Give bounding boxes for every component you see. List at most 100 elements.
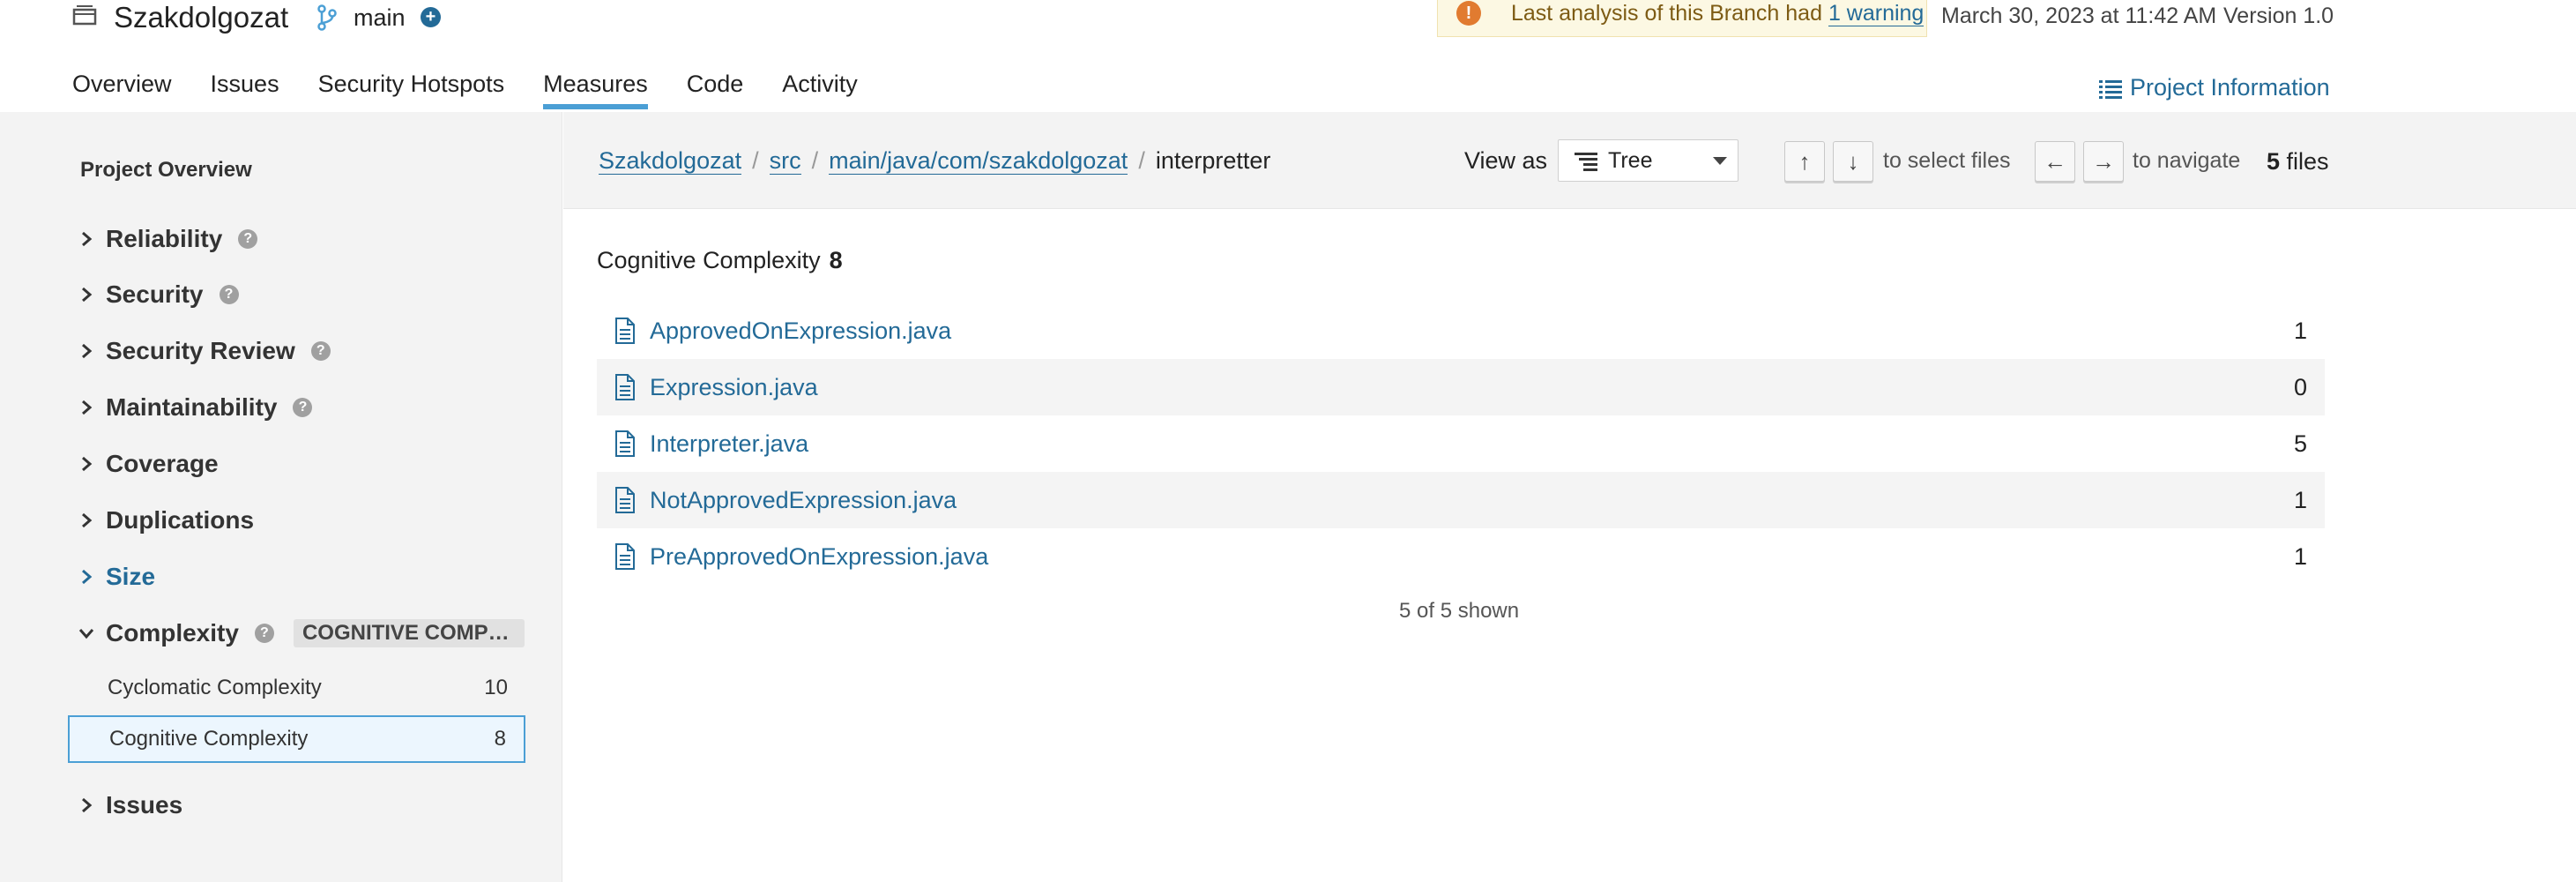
file-icon: [615, 430, 635, 457]
navigate-hint: to navigate: [2133, 148, 2241, 173]
measure-header: Cognitive Complexity 8: [597, 245, 843, 275]
file-name[interactable]: Expression.java: [650, 374, 818, 401]
right-key-icon: →: [2083, 141, 2124, 182]
warning-icon: !: [1456, 1, 1481, 26]
warning-link[interactable]: 1 warning: [1828, 1, 1925, 26]
file-measure-value: 1: [2293, 542, 2307, 570]
chevron-right-icon: [82, 797, 93, 813]
chevron-right-icon: [82, 456, 93, 472]
chevron-down-icon: [78, 629, 94, 639]
tab-measures[interactable]: Measures: [543, 69, 648, 109]
breadcrumb-project[interactable]: Szakdolgozat: [599, 147, 742, 175]
tab-overview[interactable]: Overview: [72, 69, 172, 109]
chevron-right-icon: [82, 343, 93, 359]
domain-security-review[interactable]: Security Review ?: [78, 333, 331, 369]
files-count-number: 5: [2267, 148, 2281, 175]
domain-coverage[interactable]: Coverage: [78, 446, 219, 482]
file-name[interactable]: NotApprovedExpression.java: [650, 487, 957, 514]
file-measure-value: 0: [2293, 373, 2307, 400]
domain-maintainability[interactable]: Maintainability ?: [78, 390, 313, 425]
domain-label: Issues: [106, 791, 183, 818]
analysis-date: March 30, 2023 at 11:42 AM: [1941, 4, 2217, 28]
branch-icon: [317, 4, 337, 31]
metric-cognitive-complexity[interactable]: Cognitive Complexity 8: [68, 715, 525, 763]
view-as-value: Tree: [1608, 148, 1653, 173]
metric-value: 8: [494, 727, 506, 751]
measures-sidebar: Project Overview Reliability ? Security …: [0, 112, 562, 882]
domain-size[interactable]: Size: [78, 559, 155, 594]
file-icon: [615, 543, 635, 570]
warning-text: Last analysis of this Branch had 1 warni…: [1511, 0, 1925, 26]
help-icon[interactable]: ?: [293, 398, 313, 417]
view-as-label: View as: [1464, 147, 1548, 174]
files-count: 5 files: [2267, 146, 2329, 176]
breadcrumb-separator: /: [811, 147, 819, 174]
version-label: Version 1.0: [2223, 4, 2334, 28]
domain-duplications[interactable]: Duplications: [78, 503, 254, 538]
metric-cyclomatic-complexity[interactable]: Cyclomatic Complexity 10: [68, 664, 525, 712]
help-icon[interactable]: ?: [254, 624, 274, 643]
project-name[interactable]: Szakdolgozat: [114, 0, 288, 35]
breadcrumb-separator: /: [752, 147, 759, 174]
tab-security-hotspots[interactable]: Security Hotspots: [318, 69, 505, 109]
breadcrumb-package[interactable]: main/java/com/szakdolgozat: [829, 147, 1128, 175]
domain-label: Security Review: [106, 337, 295, 364]
down-key-icon: ↓: [1833, 141, 1873, 182]
measure-title: Cognitive Complexity: [597, 247, 821, 273]
branch-name[interactable]: main: [354, 2, 406, 34]
file-row[interactable]: Interpreter.java 5: [597, 415, 2325, 472]
file-name[interactable]: ApprovedOnExpression.java: [650, 318, 951, 345]
add-branch-icon[interactable]: +: [421, 7, 441, 27]
domain-label: Duplications: [106, 506, 255, 534]
warning-prefix: Last analysis of this Branch had: [1511, 1, 1828, 26]
tab-issues[interactable]: Issues: [211, 69, 279, 109]
project-information-link[interactable]: Project Information: [2098, 72, 2330, 102]
help-icon[interactable]: ?: [238, 229, 258, 249]
file-row[interactable]: NotApprovedExpression.java 1: [597, 472, 2325, 528]
help-icon[interactable]: ?: [219, 285, 239, 304]
file-icon: [615, 318, 635, 344]
file-row[interactable]: PreApprovedOnExpression.java 1: [597, 528, 2325, 585]
metric-value: 10: [484, 676, 508, 699]
domain-label: Security: [106, 280, 204, 308]
file-name[interactable]: PreApprovedOnExpression.java: [650, 543, 988, 571]
metric-label: Cognitive Complexity: [109, 727, 309, 751]
domain-issues[interactable]: Issues: [78, 788, 182, 823]
tab-code[interactable]: Code: [687, 69, 744, 109]
selected-metric-badge: COGNITIVE COMPLEXITY: [293, 619, 525, 647]
view-as-select[interactable]: Tree: [1558, 139, 1738, 182]
domain-security[interactable]: Security ?: [78, 277, 239, 312]
domain-reliability[interactable]: Reliability ?: [78, 221, 258, 257]
tab-activity[interactable]: Activity: [782, 69, 858, 109]
file-name[interactable]: Interpreter.java: [650, 430, 808, 458]
chevron-right-icon: [82, 569, 93, 585]
project-information-label: Project Information: [2130, 74, 2330, 101]
breadcrumb-separator: /: [1138, 147, 1145, 174]
file-measure-value: 1: [2293, 317, 2307, 344]
file-row[interactable]: Expression.java 0: [597, 359, 2325, 415]
project-icon: [72, 5, 97, 26]
file-row[interactable]: ApprovedOnExpression.java 1: [597, 303, 2325, 359]
file-measure-value: 5: [2293, 430, 2307, 457]
metric-label: Cyclomatic Complexity: [108, 676, 322, 699]
breadcrumb-src[interactable]: src: [769, 147, 801, 175]
chevron-right-icon: [82, 400, 93, 415]
shown-count: 5 of 5 shown: [1399, 599, 1520, 623]
chevron-right-icon: [82, 231, 93, 247]
dropdown-caret-icon: [1713, 157, 1727, 165]
sidebar-title[interactable]: Project Overview: [80, 158, 252, 183]
measure-value: 8: [829, 247, 843, 273]
domain-label: Maintainability: [106, 393, 278, 421]
domain-complexity[interactable]: Complexity ? COGNITIVE COMPLEXITY: [78, 616, 525, 651]
help-icon[interactable]: ?: [310, 341, 331, 361]
chevron-right-icon: [82, 287, 93, 303]
project-nav: Overview Issues Security Hotspots Measur…: [72, 69, 897, 109]
domain-label: Coverage: [106, 450, 219, 477]
select-files-hint: to select files: [1883, 148, 2011, 173]
domain-label: Reliability: [106, 225, 223, 252]
domain-label: Size: [106, 563, 156, 590]
breadcrumb-current: interpretter: [1155, 147, 1271, 174]
breadcrumb: Szakdolgozat / src / main/java/com/szakdolgo…: [599, 146, 1270, 176]
tree-view-icon: [1575, 153, 1597, 171]
project-header: Szakdolgozat main + ! Last analysis of t…: [0, 0, 2576, 112]
